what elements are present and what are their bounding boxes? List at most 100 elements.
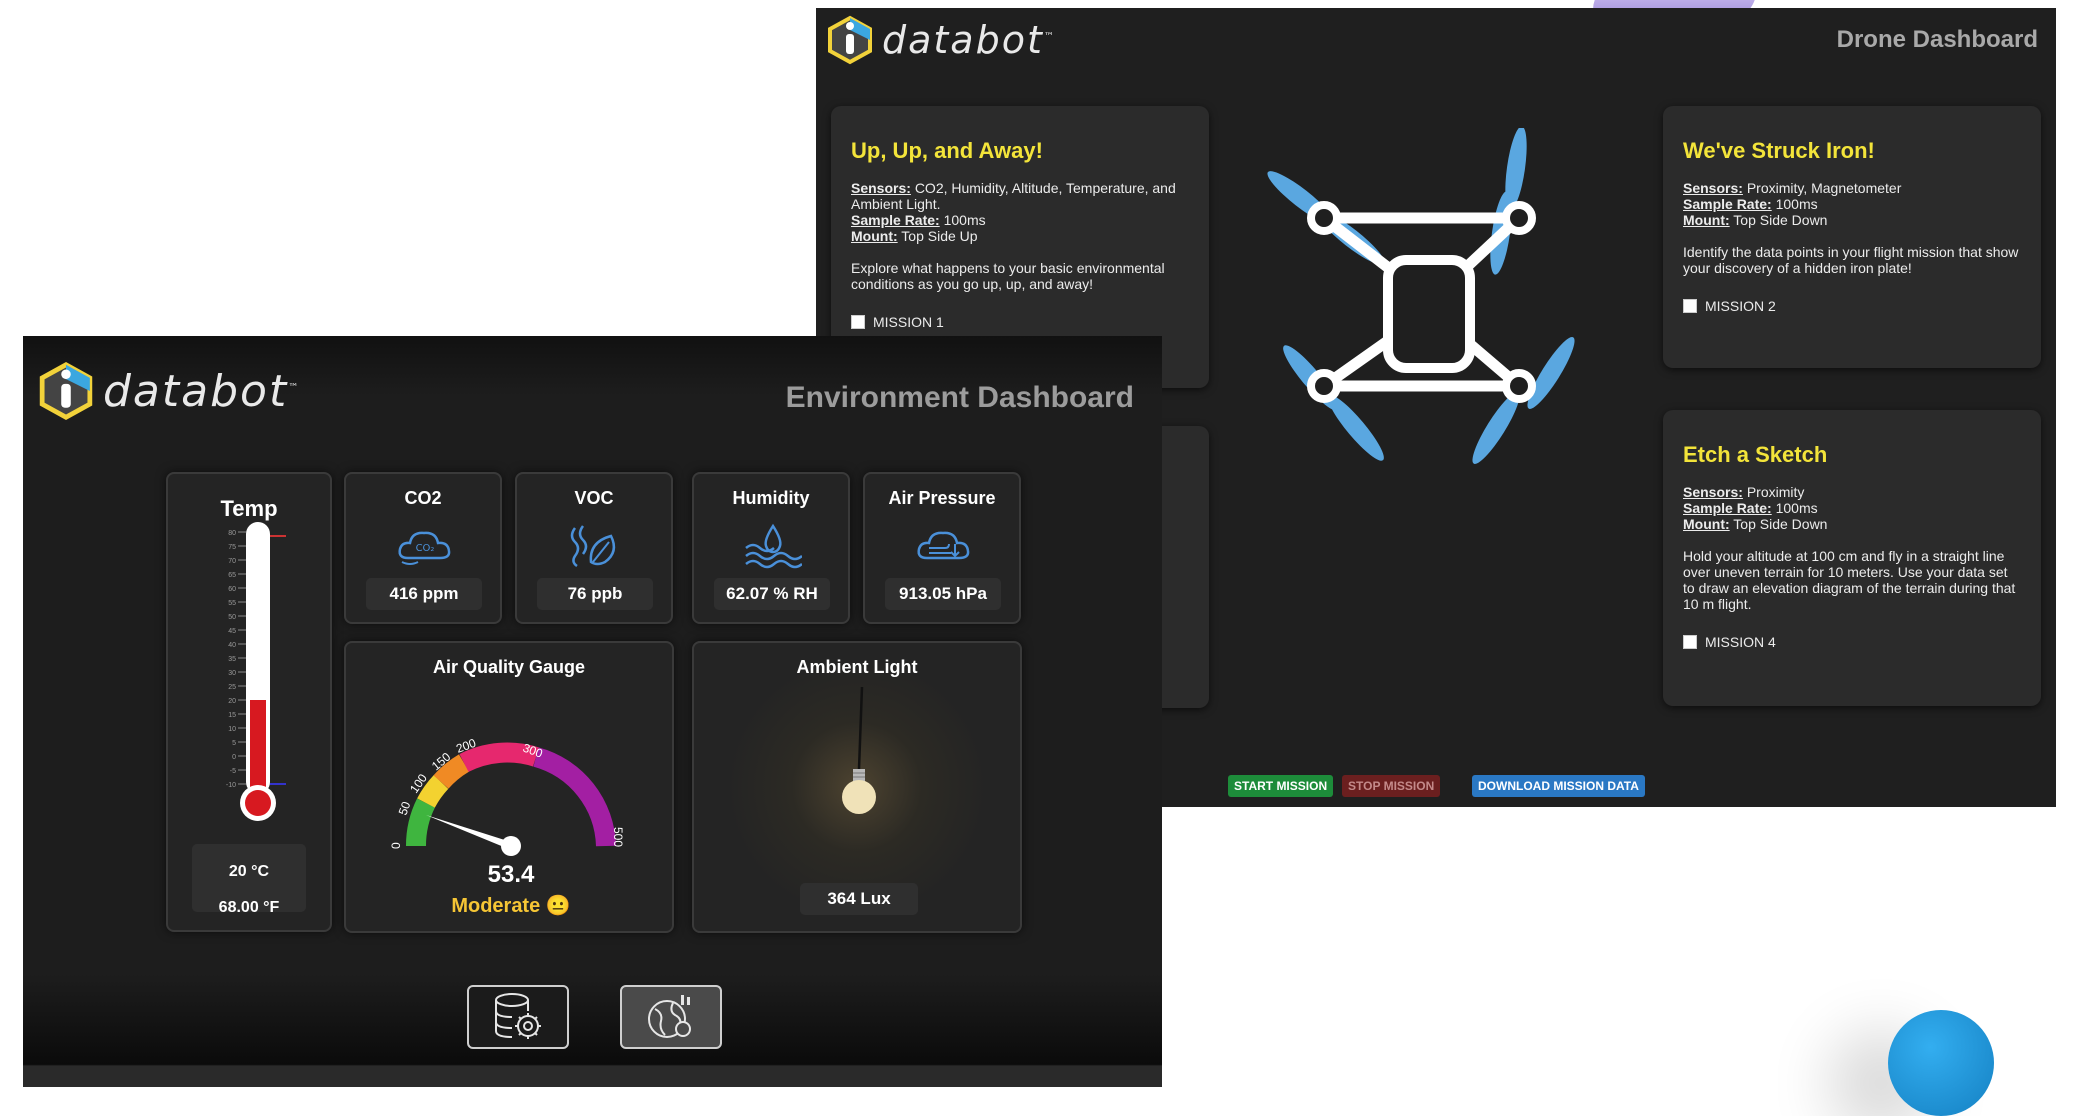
sensors-label: Sensors: bbox=[851, 180, 911, 196]
humidity-value: 62.07 % RH bbox=[714, 578, 830, 610]
temperature-celsius: 20 °C bbox=[228, 863, 270, 880]
mission-mount: Mount: Top Side Up bbox=[851, 228, 1189, 244]
air-pressure-panel: Air Pressure 913.05 hPa bbox=[863, 472, 1021, 624]
page-title: Drone Dashboard bbox=[1836, 26, 2038, 53]
databot-logo: databot™ bbox=[37, 360, 298, 422]
gauge-needle bbox=[426, 815, 521, 856]
data-settings-button[interactable] bbox=[467, 985, 569, 1049]
thermometer-tick-label: 40 bbox=[228, 642, 236, 649]
mission-4-checkbox[interactable]: MISSION 4 bbox=[1683, 634, 2021, 650]
rate-value: 100ms bbox=[1775, 500, 1818, 516]
databot-logo-icon bbox=[39, 362, 93, 420]
logo-text: databot bbox=[103, 365, 289, 417]
mission-title: Etch a Sketch bbox=[1683, 442, 1828, 467]
mount-label: Mount: bbox=[851, 228, 898, 244]
drone-illustration bbox=[1267, 128, 1575, 464]
sensors-value: Proximity bbox=[1746, 484, 1805, 500]
air-quality-gauge: 0 50 100 150 200 300 500 bbox=[389, 736, 625, 856]
start-mission-button[interactable]: START MISSION bbox=[1228, 775, 1334, 797]
humidity-icon bbox=[745, 523, 802, 569]
rate-value: 100ms bbox=[1775, 196, 1818, 212]
mission-description: Hold your altitude at 100 cm and fly in … bbox=[1683, 548, 2016, 612]
rate-label: Sample Rate: bbox=[851, 212, 940, 228]
sensors-label: Sensors: bbox=[1683, 180, 1743, 196]
mount-value: Top Side Up bbox=[901, 228, 978, 244]
thermometer-tick-label: 55 bbox=[228, 600, 236, 607]
thermometer-tick-label: 25 bbox=[228, 684, 236, 691]
globe-gear-icon bbox=[648, 995, 691, 1038]
mission-card-2: We've Struck Iron! Sensors: Proximity, M… bbox=[1663, 106, 2041, 368]
humidity-panel: Humidity 62.07 % RH bbox=[692, 472, 850, 624]
co2-cloud-icon: CO₂ bbox=[398, 531, 451, 565]
rate-label: Sample Rate: bbox=[1683, 196, 1772, 212]
co2-panel: CO2 CO₂ 416 ppm bbox=[344, 472, 502, 624]
mission-2-checkbox[interactable]: MISSION 2 bbox=[1683, 298, 2021, 314]
thermometer-tick-label: 60 bbox=[228, 586, 236, 593]
air-quality-value: 53.4 bbox=[487, 861, 535, 888]
voc-panel: VOC 76 ppb bbox=[515, 472, 673, 624]
air-quality-gauge-panel: Air Quality Gauge 0 50 100 150 200 300 5… bbox=[344, 641, 674, 933]
thermometer-tick-label: 5 bbox=[232, 740, 236, 747]
panel-title: VOC bbox=[574, 488, 614, 508]
mission-1-checkbox[interactable]: MISSION 1 bbox=[851, 314, 1189, 330]
mission-rate: Sample Rate: 100ms bbox=[851, 212, 1189, 228]
thermometer-tick-label: 0 bbox=[232, 754, 236, 761]
mission-sensors: Sensors: Proximity bbox=[1683, 484, 2021, 500]
mount-value: Top Side Down bbox=[1733, 212, 1828, 228]
mission-mount: Mount: Top Side Down bbox=[1683, 516, 2021, 532]
checkbox-label: MISSION 2 bbox=[1705, 298, 1776, 314]
sensors-value: Proximity, Magnetometer bbox=[1746, 180, 1902, 196]
stop-mission-button[interactable]: STOP MISSION bbox=[1342, 775, 1441, 797]
checkbox-label: MISSION 4 bbox=[1705, 634, 1776, 650]
databot-logo: databot™ bbox=[826, 14, 1054, 66]
environment-button[interactable] bbox=[620, 985, 722, 1049]
decorative-circle bbox=[1888, 1010, 1994, 1116]
voc-leaf-icon bbox=[570, 525, 616, 568]
panel-title: Air Pressure bbox=[888, 488, 996, 508]
rate-value: 100ms bbox=[943, 212, 986, 228]
gauge-tick: 0 bbox=[389, 842, 403, 849]
mount-value: Top Side Down bbox=[1733, 516, 1828, 532]
mission-title: We've Struck Iron! bbox=[1683, 138, 1875, 163]
thermometer-tick-label: -10 bbox=[226, 782, 236, 789]
panel-title: Ambient Light bbox=[796, 657, 918, 677]
co2-value: 416 ppm bbox=[366, 578, 482, 610]
thermometer: 80757065605550454035302520151050-5-10 bbox=[226, 522, 286, 821]
thermometer-tick-label: 50 bbox=[228, 614, 236, 621]
checkbox[interactable] bbox=[851, 315, 865, 329]
mission-rate: Sample Rate: 100ms bbox=[1683, 196, 2021, 212]
mission-card-4: Etch a Sketch Sensors: Proximity Sample … bbox=[1663, 410, 2041, 706]
mission-sensors: Sensors: Proximity, Magnetometer bbox=[1683, 180, 2021, 196]
temperature-readout: 20 °C 68.00 °F bbox=[192, 844, 306, 916]
thermometer-tick-label: 80 bbox=[228, 530, 236, 537]
mission-description: Explore what happens to your basic envir… bbox=[851, 260, 1165, 292]
thermometer-tick-label: -5 bbox=[230, 768, 236, 775]
environment-dashboard-window: databot™ Environment Dashboard Temp 80 75… bbox=[23, 336, 1162, 1087]
air-pressure-icon bbox=[917, 531, 970, 560]
sensors-label: Sensors: bbox=[1683, 484, 1743, 500]
mount-label: Mount: bbox=[1683, 516, 1730, 532]
thermometer-tick-label: 45 bbox=[228, 628, 236, 635]
light-bulb-icon bbox=[842, 687, 876, 814]
thermometer-tick-label: 70 bbox=[228, 558, 236, 565]
air-pressure-value: 913.05 hPa bbox=[885, 578, 1001, 610]
gauge-tick: 500 bbox=[611, 827, 625, 847]
thermometer-tick-label: 65 bbox=[228, 572, 236, 579]
mission-mount: Mount: Top Side Down bbox=[1683, 212, 2021, 228]
mission-rate: Sample Rate: 100ms bbox=[1683, 500, 2021, 516]
rate-label: Sample Rate: bbox=[1683, 500, 1772, 516]
logo-tm: ™ bbox=[1043, 31, 1054, 43]
svg-text:CO₂: CO₂ bbox=[416, 543, 435, 554]
page-title: Environment Dashboard bbox=[785, 381, 1134, 414]
thermometer-tick-label: 75 bbox=[228, 544, 236, 551]
panel-title: CO2 bbox=[404, 488, 442, 508]
mount-label: Mount: bbox=[1683, 212, 1730, 228]
logo-tm: ™ bbox=[288, 381, 299, 393]
databot-logo-icon bbox=[828, 15, 872, 65]
temperature-panel: Temp 80 75 70 65 60 55 50 45 40 35 30 25 20 15 10 5 0 -5-… bbox=[166, 472, 332, 932]
checkbox[interactable] bbox=[1683, 635, 1697, 649]
mission-sensors: Sensors: CO2, Humidity, Altitude, Temper… bbox=[851, 180, 1189, 212]
thermometer-tick-label: 15 bbox=[228, 712, 236, 719]
checkbox[interactable] bbox=[1683, 299, 1697, 313]
download-mission-data-button[interactable]: DOWNLOAD MISSION DATA bbox=[1472, 775, 1645, 797]
